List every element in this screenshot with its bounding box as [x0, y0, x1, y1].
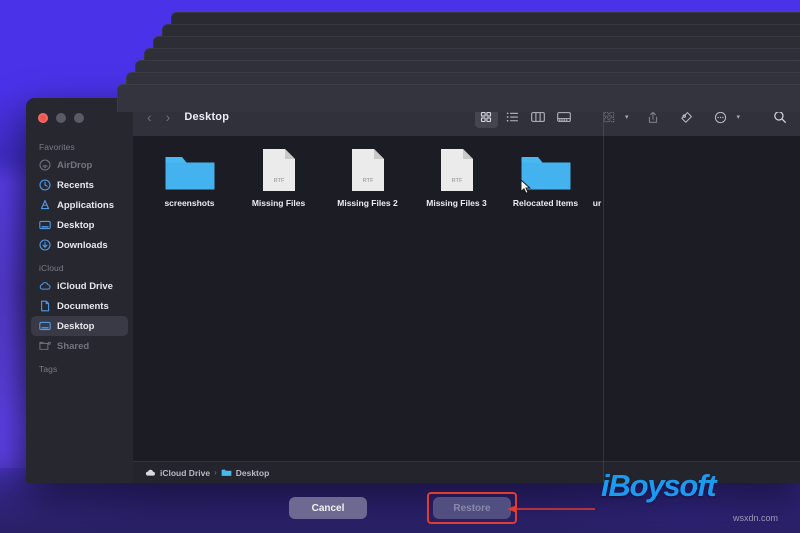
svg-text:RTF: RTF — [362, 178, 373, 184]
restore-button-wrapper: Restore — [427, 492, 517, 524]
sidebar-section-title: Favorites — [39, 142, 75, 152]
path-segment-label: iCloud Drive — [160, 467, 211, 478]
site-watermark: wsxdn.com — [733, 513, 779, 523]
shared-folder-icon — [39, 340, 51, 352]
share-icon — [648, 111, 658, 123]
path-segment-label: Desktop — [235, 467, 270, 478]
file-item[interactable]: RTF Missing Files — [234, 146, 323, 208]
folder-icon — [165, 157, 214, 190]
sidebar-item-airdrop[interactable]: AirDrop — [31, 155, 128, 175]
finder-window: Favorites AirDrop Recents Applications Deskt… — [26, 98, 800, 483]
sidebar-item-icloud-drive[interactable]: iCloud Drive — [31, 276, 128, 296]
sidebar-item-recents[interactable]: Recents — [31, 175, 128, 195]
path-segment-desktop[interactable]: Desktop — [221, 467, 270, 478]
more-options-chevron-down-icon[interactable]: ▾ — [736, 113, 740, 121]
sidebar-item-applications[interactable]: Applications — [31, 195, 128, 215]
folder-icon — [164, 146, 216, 192]
desktop-monitor-icon — [39, 320, 51, 332]
group-by-icon — [604, 111, 615, 123]
file-label: ur — [592, 198, 602, 208]
group-by-chevron-down-icon[interactable]: ▾ — [625, 113, 629, 121]
sidebar-item-documents[interactable]: Documents — [31, 296, 128, 316]
file-item[interactable]: RTF Missing Files 3 — [412, 146, 501, 208]
sidebar-section-title: Tags — [39, 364, 58, 374]
rtf-document-icon: RTF — [262, 149, 295, 191]
window-title: Desktop — [184, 111, 230, 123]
sidebar-item-label: Desktop — [57, 320, 95, 332]
airdrop-icon — [39, 159, 51, 171]
gallery-view-icon — [557, 112, 572, 122]
maximize-button-icon[interactable] — [74, 113, 84, 123]
sidebar-item-desktop[interactable]: Desktop — [31, 316, 128, 336]
sidebar-item-label: Recents — [57, 179, 94, 191]
icloud-cloud-icon — [145, 468, 156, 478]
finder-main: ‹ › Desktop ▾ ▾ screenshots RTF Missing … — [133, 98, 800, 483]
file-item[interactable]: Relocated Items — [501, 146, 590, 208]
file-item[interactable]: screenshots — [145, 146, 234, 208]
column-view-icon — [531, 112, 546, 122]
close-button-icon[interactable] — [38, 113, 48, 123]
file-label: Missing Files — [251, 198, 306, 208]
annotation-arrow — [507, 505, 595, 513]
file-label: Relocated Items — [512, 198, 579, 208]
file-label: Missing Files 3 — [426, 198, 487, 208]
sidebar-item-label: iCloud Drive — [57, 280, 113, 292]
more-options-icon — [715, 111, 727, 123]
path-separator-icon: › — [214, 468, 217, 477]
cancel-button[interactable]: Cancel — [289, 497, 367, 519]
sidebar-item-downloads[interactable]: Downloads — [31, 235, 128, 255]
file-item[interactable]: RTF Missing Files 2 — [323, 146, 412, 208]
forward-arrow-icon[interactable]: › — [166, 110, 171, 124]
rtf-document-icon: RTF — [351, 149, 384, 191]
grid-view-icon — [481, 111, 492, 123]
tag-icon — [681, 111, 693, 123]
icloud-cloud-icon — [39, 280, 51, 292]
applications-icon — [39, 199, 51, 211]
mouse-cursor-icon — [520, 179, 532, 194]
sidebar-item-label: Desktop — [57, 219, 95, 231]
svg-text:RTF: RTF — [273, 178, 284, 184]
sidebar-item-label: Documents — [57, 300, 109, 312]
sidebar-item-shared[interactable]: Shared — [31, 336, 128, 356]
background-window-layer — [117, 84, 800, 112]
sidebar-item-label: Applications — [57, 199, 115, 211]
back-arrow-icon[interactable]: ‹ — [147, 110, 152, 124]
rtf-document-icon: RTF — [440, 146, 474, 192]
file-label: Missing Files 2 — [337, 198, 398, 208]
document-page-icon — [39, 300, 51, 312]
iboysoft-watermark: iBoysoft — [601, 468, 717, 503]
folder-icon — [221, 468, 232, 477]
list-view-icon — [506, 112, 518, 122]
search-icon — [773, 111, 786, 123]
sidebar-item-label: Shared — [57, 340, 90, 352]
sidebar-item-label: Downloads — [57, 239, 108, 251]
recents-clock-icon — [39, 179, 51, 191]
path-segment-icloud-drive[interactable]: iCloud Drive — [145, 468, 210, 478]
finder-sidebar: Favorites AirDrop Recents Applications Deskt… — [26, 98, 133, 483]
rtf-document-icon: RTF — [440, 149, 473, 191]
rtf-document-icon: RTF — [262, 146, 296, 192]
file-label: screenshots — [164, 198, 215, 208]
desktop-monitor-icon — [39, 219, 51, 231]
restore-highlight-annotation — [427, 492, 517, 524]
file-grid: screenshots RTF Missing Files RTF Missing Fi… — [133, 136, 800, 461]
sidebar-section-title: iCloud — [39, 263, 64, 273]
screenshot-stage: Favorites AirDrop Recents Applications Deskt… — [0, 0, 800, 533]
file-item-clipped[interactable]: ur — [590, 146, 630, 208]
downloads-arrow-icon — [39, 239, 51, 251]
window-right-edge — [603, 98, 604, 483]
minimize-button-icon[interactable] — [56, 113, 66, 123]
navigation-arrows: ‹ › — [147, 110, 170, 124]
sidebar-item-desktop[interactable]: Desktop — [31, 215, 128, 235]
svg-text:RTF: RTF — [451, 178, 462, 184]
sidebar-item-label: AirDrop — [57, 159, 93, 171]
rtf-document-icon: RTF — [351, 146, 385, 192]
